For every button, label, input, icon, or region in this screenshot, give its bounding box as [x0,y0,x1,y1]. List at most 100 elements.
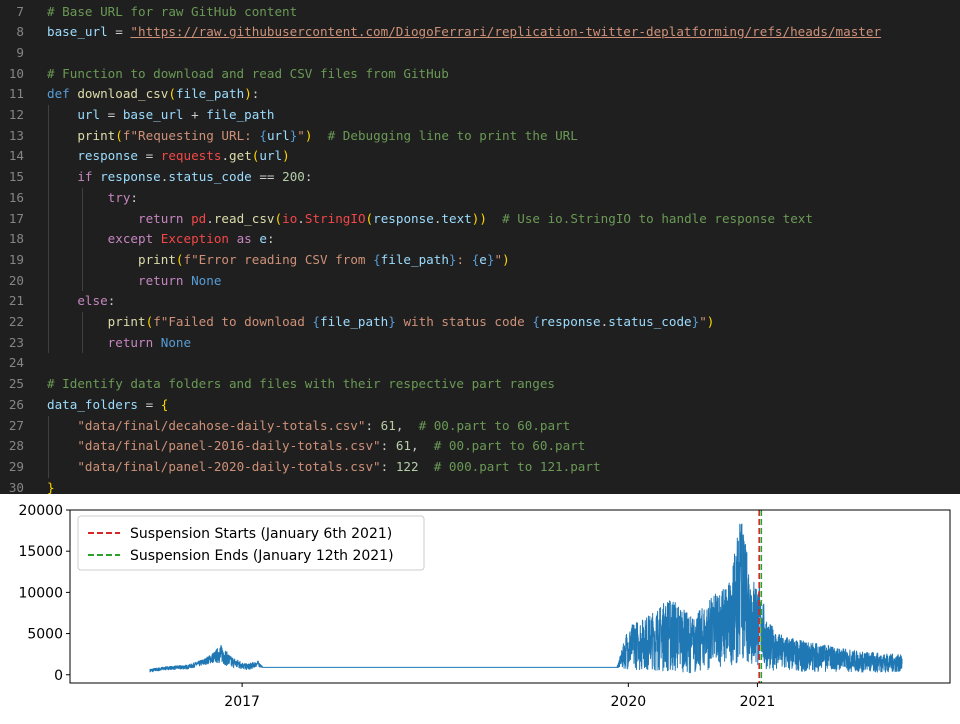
code-line[interactable]: 17 return pd.read_csv(io.StringIO(respon… [0,209,960,230]
code-token: print [77,127,116,143]
line-number: 8 [16,24,24,40]
code-line[interactable]: 25 # Identify data folders and files with… [0,374,960,395]
code-line[interactable]: 8 base_url = "https://raw.githubuserconte… [0,22,960,43]
code-editor[interactable]: 7 # Base URL for raw GitHub content 8 base_… [0,0,960,494]
code-line[interactable]: 7 # Base URL for raw GitHub content [0,2,960,23]
code-token: file_path [206,107,275,122]
code-line[interactable]: 26 data_folders = { [0,395,960,416]
code-token: file_path [175,86,245,102]
code-token: url [77,107,101,122]
code-token: # Identify data folders and files with t… [47,376,555,392]
code-line[interactable]: 11 def download_csv(file_path): [0,84,960,105]
code-line[interactable]: 21 else: [0,291,960,312]
code-token: Exception [160,231,229,247]
line-number: 28 [8,438,24,454]
code-token: + [183,107,207,122]
indent-guide [82,312,83,354]
code-token: try [107,189,131,205]
code-text: return pd.read_csv(io.StringIO(response.… [47,209,813,230]
code-token: : [456,251,472,267]
code-token: data_folders [47,396,138,412]
code-line[interactable]: 14 response = requests.get(url) [0,146,960,167]
code-token: " [297,127,305,143]
code-token: : [380,458,396,474]
code-token: read_csv [213,210,275,226]
code-token: ( [115,127,123,143]
code-line[interactable]: 23 return None [0,333,960,354]
code-line[interactable]: 16 try: [0,188,960,209]
code-token: download_csv [77,86,169,102]
code-text: # Function to download and read CSV file… [47,64,449,85]
code-text: # Identify data folders and files with t… [47,374,555,395]
code-token: } [47,479,55,494]
code-token: f"Requesting URL: [122,127,260,143]
code-token: "https://raw.githubusercontent.com/Diogo… [130,24,882,40]
code-token: def [47,86,78,102]
indent-guide [48,415,49,478]
line-number: 22 [8,314,24,329]
line-number: 18 [8,231,24,247]
code-token: : [365,417,381,433]
code-line[interactable]: 13 print(f"Requesting URL: {url}") # Deb… [0,126,960,147]
code-token: StringIO [304,210,366,226]
code-text: print(f"Requesting URL: {url}") # Debugg… [47,126,578,147]
line-number: 30 [8,479,24,494]
code-token: e [259,231,267,247]
x-tick-label: 2020 [611,694,647,710]
code-token: f"Error reading CSV from [183,251,374,267]
code-token: url [266,127,290,143]
line-number: 16 [8,189,24,205]
line-number: 27 [8,417,24,433]
x-tick-label: 2017 [224,694,260,710]
code-token: ) [282,148,290,164]
code-line[interactable]: 9 [0,43,960,64]
code-token: print [138,251,176,267]
code-line[interactable]: 10 # Function to download and read CSV fi… [0,64,960,85]
code-token: . [206,210,214,226]
line-number: 29 [8,458,24,474]
code-token: ( [274,210,283,226]
code-token: base_url [122,107,184,122]
code-line[interactable]: 19 print(f"Error reading CSV from {file_… [0,250,960,271]
code-line[interactable]: 28 "data/final/panel-2016-daily-totals.c… [0,436,960,457]
line-number: 20 [8,272,24,288]
code-line[interactable]: 20 return None [0,271,960,292]
line-number: 21 [8,293,24,309]
code-text: return None [47,271,221,292]
legend-label: Suspension Ends (January 12th 2021) [130,548,394,564]
code-token: return [138,210,192,226]
line-number: 25 [8,376,24,392]
code-token: requests [160,148,222,164]
code-line[interactable]: 30} [0,478,960,494]
code-line[interactable]: 22 print(f"Failed to download {file_path… [0,312,960,333]
code-token: base_url [47,24,108,40]
code-token: status_code [168,169,252,185]
line-number: 17 [8,210,24,226]
code-token: 61 [395,438,411,454]
line-number: 24 [8,355,24,371]
code-token: # Function to download and read CSV file… [47,65,449,81]
code-text: url = base_url + file_path [47,105,275,126]
line-number: 15 [8,169,24,185]
legend-label: Suspension Starts (January 6th 2021) [130,526,392,542]
code-token: else [77,293,108,309]
code-line[interactable]: 27 "data/final/decahose-daily-totals.csv… [0,416,960,437]
code-line[interactable]: 24 [0,353,960,374]
code-text: base_url = "https://raw.githubuserconten… [47,22,881,43]
code-token: " [699,314,707,329]
code-token: # Use io.StringIO to handle response tex… [502,210,813,226]
code-line[interactable]: 29 "data/final/panel-2020-daily-totals.c… [0,457,960,478]
line-number: 26 [8,396,24,412]
code-token: file_path [380,251,449,267]
code-line[interactable]: 15 if response.status_code == 200: [0,167,960,188]
code-line[interactable]: 12 url = base_url + file_path [0,105,960,126]
code-line[interactable]: 18 except Exception as e: [0,229,960,250]
code-token: "data/final/panel-2020-daily-totals.csv" [77,458,381,474]
